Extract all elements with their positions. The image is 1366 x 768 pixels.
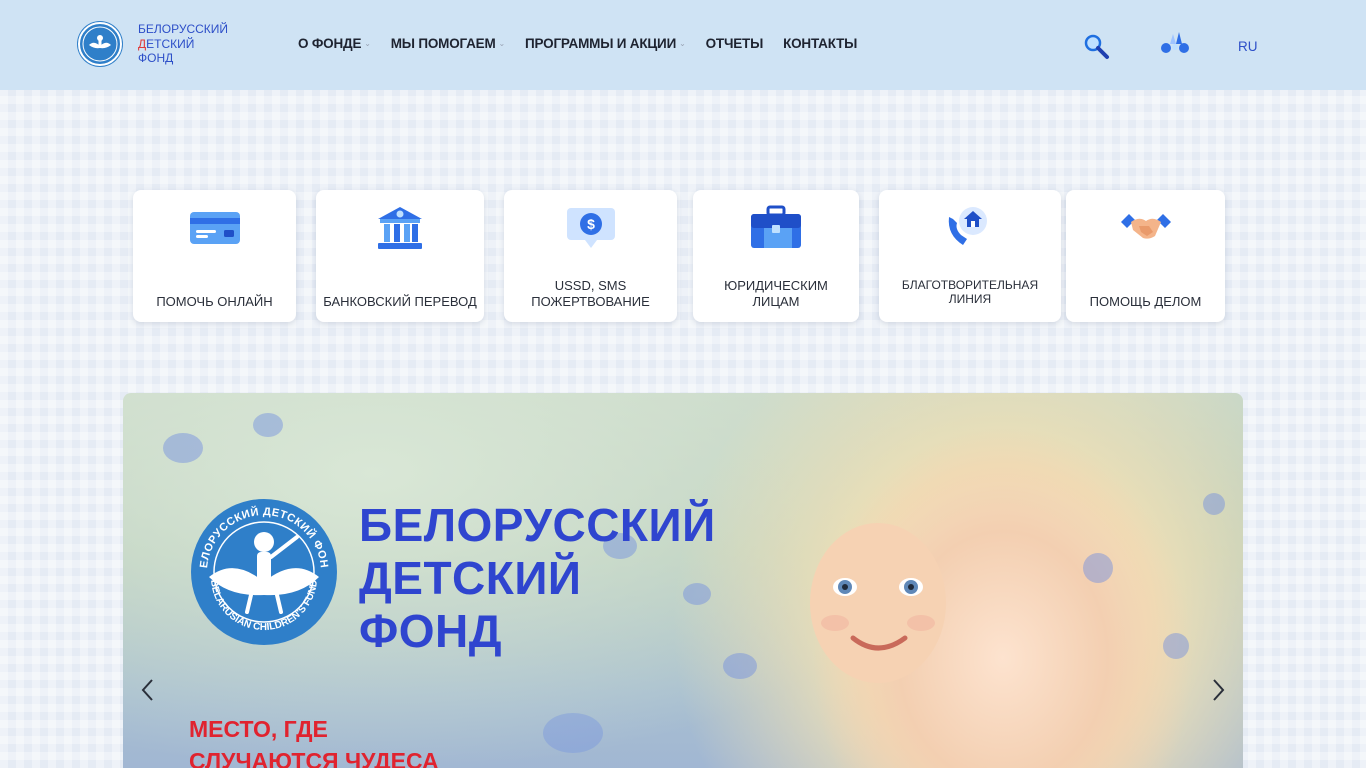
low-vision-icon (1161, 32, 1189, 53)
main-nav: О фонде ⌄ Мы помогаем ⌄ Программы и акци… (298, 36, 877, 51)
nav-contacts[interactable]: Контакты (783, 36, 857, 51)
phone-home-icon (945, 200, 995, 256)
briefcase-icon (750, 200, 802, 256)
hero-subtitle-line-1: Место, где (189, 716, 328, 742)
nav-reports-label: Отчеты (705, 36, 764, 51)
logo-line-2-initial: Д (138, 36, 147, 51)
hero-banner: БЕЛОРУССКИЙ ДЕТСКИЙ ФОНД BELARUSIAN CHIL… (123, 393, 1243, 768)
chevron-down-icon: ⌄ (364, 39, 371, 48)
sms-dollar-icon: $ (565, 200, 617, 256)
help-card-online[interactable]: Помочь онлайн (133, 190, 296, 322)
chevron-right-icon (1213, 679, 1225, 701)
carousel-prev-button[interactable] (132, 675, 162, 705)
fund-emblem-icon (78, 22, 122, 66)
chevron-down-icon: ⌄ (498, 39, 506, 48)
help-card-label: Благотворительная линия (901, 278, 1039, 306)
nav-programs-label: Программы и акции (525, 36, 677, 51)
help-card-help-by-deed[interactable]: Помощь делом (1066, 190, 1225, 322)
fund-emblem-large-icon: БЕЛОРУССКИЙ ДЕТСКИЙ ФОНД BELARUSIAN CHIL… (189, 497, 337, 645)
hero-title-line-3: фонд (359, 605, 503, 657)
help-card-label: Помочь онлайн (156, 294, 273, 309)
chevron-left-icon (141, 679, 153, 701)
logo-line-1: Белорусский (138, 22, 229, 37)
hero-title: Белорусский детский фонд (359, 499, 716, 658)
hero-title-line-1: Белорусский (359, 499, 716, 551)
nav-about[interactable]: О фонде ⌄ (298, 36, 371, 51)
bank-icon (376, 200, 424, 256)
help-card-label: Банковский перевод (323, 294, 477, 309)
help-card-label: Юридическим лицам (724, 278, 828, 309)
svg-text:$: $ (587, 216, 595, 232)
handshake-icon (1119, 200, 1173, 256)
help-card-bank[interactable]: Банковский перевод (316, 190, 484, 322)
chevron-down-icon: ⌄ (679, 39, 686, 48)
help-card-label: Помощь делом (1089, 294, 1202, 309)
child-photo (810, 523, 946, 683)
site-header: Белорусский Детский Фонд О фонде ⌄ Мы по… (0, 0, 1366, 90)
help-card-legal-entities[interactable]: Юридическим лицам (693, 190, 859, 322)
hero-title-line-2: детский (359, 552, 582, 604)
nav-contacts-label: Контакты (783, 36, 858, 51)
language-switcher[interactable]: RU (1238, 39, 1258, 54)
search-button[interactable] (1083, 33, 1111, 61)
nav-we-help-label: Мы помогаем (390, 36, 496, 51)
help-card-ussd-sms[interactable]: $ USSD, SMS пожертвование (504, 190, 677, 322)
search-icon (1084, 34, 1109, 59)
nav-programs[interactable]: Программы и акции ⌄ (525, 36, 686, 51)
help-card-label: USSD, SMS пожертвование (531, 278, 650, 309)
site-logo[interactable]: Белорусский Детский Фонд (78, 22, 228, 66)
hero-subtitle: Место, где случаются чудеса (189, 713, 439, 768)
credit-card-icon (189, 200, 241, 256)
logo-line-3: Фонд (138, 51, 174, 66)
carousel-next-button[interactable] (1204, 675, 1234, 705)
accessibility-button[interactable] (1160, 30, 1192, 56)
help-card-charity-line[interactable]: Благотворительная линия (879, 190, 1061, 322)
logo-text: Белорусский Детский Фонд (138, 22, 228, 66)
nav-about-label: О фонде (298, 36, 362, 51)
nav-reports[interactable]: Отчеты (706, 36, 764, 51)
logo-line-2: етский (146, 36, 195, 51)
hero-subtitle-line-2: случаются чудеса (189, 748, 439, 768)
nav-we-help[interactable]: Мы помогаем ⌄ (391, 36, 505, 51)
